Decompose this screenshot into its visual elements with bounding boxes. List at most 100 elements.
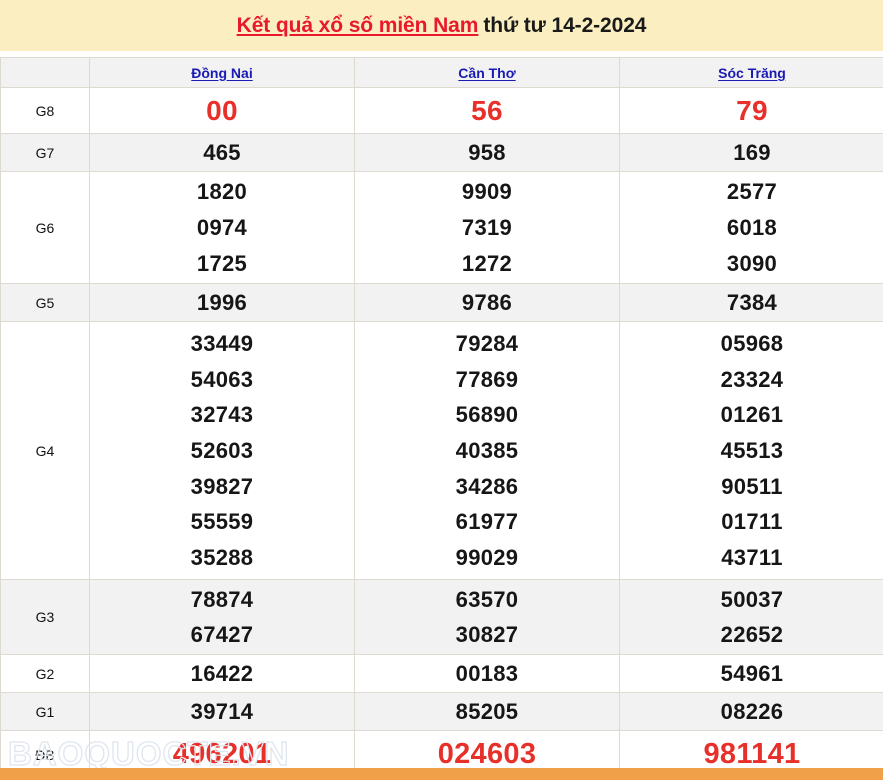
prize-number: 01711 (721, 509, 783, 535)
table-row: G2 16422 00183 54961 (0, 654, 883, 694)
prize-number: 1820 (196, 179, 248, 205)
column-header-can-tho: Cần Thơ (354, 57, 620, 88)
prize-number: 67427 (190, 622, 254, 648)
prize-number: 958 (468, 140, 506, 166)
prize-number: 0974 (196, 215, 248, 241)
prize-number: 1272 (461, 250, 513, 276)
prize-value-cell: 1996 (89, 283, 355, 323)
prize-value-cell: 39714 (89, 692, 355, 732)
table-body: G8 00 56 79 G7 465 958 169 G6 1820 0974 1725 9909 731… (0, 86, 883, 780)
prize-number: 465 (203, 140, 241, 166)
prize-number: 9909 (461, 179, 513, 205)
table-row: G1 39714 85205 08226 (0, 692, 883, 732)
prize-value-cell: 79284 77869 56890 40385 34286 61977 99029 (354, 321, 620, 581)
prize-number: 6018 (726, 215, 778, 241)
prize-number: 90511 (721, 473, 783, 499)
lottery-results-table: Đồng Nai Cần Thơ Sóc Trăng G8 00 56 79 G7 465… (0, 57, 883, 780)
prize-value-cell: 00 (89, 86, 355, 135)
prize-number: 85205 (455, 699, 519, 725)
prize-number: 78874 (190, 586, 254, 612)
prize-number: 9786 (461, 290, 513, 316)
table-row: G6 1820 0974 1725 9909 7319 1272 2577 6018 3090 (0, 171, 883, 285)
prize-value-cell: 56 (354, 86, 620, 135)
prize-value-cell: 63570 30827 (354, 579, 620, 656)
prize-number: 39827 (190, 473, 254, 499)
prize-label-g8: G8 (0, 86, 90, 135)
prize-number: 32743 (190, 402, 254, 428)
prize-value-cell: 7384 (619, 283, 883, 323)
prize-number: 54961 (720, 661, 784, 687)
prize-value-cell: 00183 (354, 654, 620, 694)
prize-number: 7319 (461, 215, 513, 241)
prize-value-cell: 169 (619, 133, 883, 173)
prize-number: 01261 (720, 402, 784, 428)
prize-value-cell: 1820 0974 1725 (89, 171, 355, 285)
page-title: Kết quả xổ số miền Nam thứ tư 14-2-2024 (237, 15, 647, 36)
prize-number: 55559 (190, 509, 254, 535)
prize-number: 23324 (720, 366, 784, 392)
prize-number: 1725 (196, 250, 248, 276)
prize-number: 08226 (720, 699, 784, 725)
table-row: G5 1996 9786 7384 (0, 283, 883, 323)
bottom-orange-bar (0, 768, 883, 780)
prize-value-cell: 465 (89, 133, 355, 173)
column-header-dong-nai: Đồng Nai (89, 57, 355, 88)
prize-label-g7: G7 (0, 133, 90, 173)
prize-label-g4: G4 (0, 321, 90, 581)
prize-number: 39714 (190, 699, 254, 725)
table-row: G7 465 958 169 (0, 133, 883, 173)
prize-value-cell: 85205 (354, 692, 620, 732)
prize-number: 3090 (726, 250, 778, 276)
column-header-soc-trang: Sóc Trăng (619, 57, 883, 88)
bottom-bar-content (0, 768, 883, 780)
prize-value-cell: 16422 (89, 654, 355, 694)
province-link-can-tho[interactable]: Cần Thơ (458, 65, 515, 81)
prize-number: 56890 (455, 402, 519, 428)
prize-number: 169 (733, 140, 771, 166)
prize-number: 54063 (190, 366, 254, 392)
prize-value-cell: 9909 7319 1272 (354, 171, 620, 285)
prize-number: 99029 (455, 544, 519, 570)
prize-number: 77869 (455, 366, 519, 392)
prize-value-cell: 05968 23324 01261 45513 90511 01711 43711 (619, 321, 883, 581)
prize-value-cell: 9786 (354, 283, 620, 323)
prize-value-cell: 78874 67427 (89, 579, 355, 656)
prize-value-cell: 79 (619, 86, 883, 135)
prize-label-g2: G2 (0, 654, 90, 694)
prize-label-g6: G6 (0, 171, 90, 285)
prize-label-g5: G5 (0, 283, 90, 323)
province-link-dong-nai[interactable]: Đồng Nai (191, 65, 252, 81)
prize-value-cell: 33449 54063 32743 52603 39827 55559 35288 (89, 321, 355, 581)
prize-number: 40385 (455, 438, 519, 464)
prize-value-cell: 54961 (619, 654, 883, 694)
prize-number: 52603 (190, 438, 254, 464)
prize-number: 45513 (720, 438, 784, 464)
prize-label-g1: G1 (0, 692, 90, 732)
prize-value-cell: 50037 22652 (619, 579, 883, 656)
page-title-link[interactable]: Kết quả xổ số miền Nam (237, 14, 479, 37)
page-title-band: Kết quả xổ số miền Nam thứ tư 14-2-2024 (0, 0, 883, 51)
table-header-row: Đồng Nai Cần Thơ Sóc Trăng (0, 57, 883, 88)
prize-value-cell: 958 (354, 133, 620, 173)
prize-number: 56 (471, 95, 503, 126)
prize-value-cell: 2577 6018 3090 (619, 171, 883, 285)
prize-number: 00 (206, 95, 238, 126)
page-title-date: thứ tư 14-2-2024 (483, 14, 647, 37)
prize-number: 50037 (720, 586, 784, 612)
prize-number: 79 (736, 95, 768, 126)
prize-number: 43711 (721, 544, 783, 570)
table-row: G4 33449 54063 32743 52603 39827 55559 35288 792… (0, 321, 883, 581)
province-link-soc-trang[interactable]: Sóc Trăng (718, 65, 786, 81)
prize-number: 7384 (726, 290, 778, 316)
prize-number: 33449 (190, 331, 254, 357)
prize-number: 79284 (455, 331, 519, 357)
prize-number: 63570 (455, 586, 519, 612)
prize-number: 22652 (720, 622, 784, 648)
prize-number: 16422 (190, 661, 254, 687)
prize-number: 35288 (190, 544, 254, 570)
table-row: G3 78874 67427 63570 30827 50037 22652 (0, 579, 883, 656)
corner-cell (0, 57, 90, 88)
prize-value-cell: 08226 (619, 692, 883, 732)
prize-number: 61977 (455, 509, 519, 535)
prize-number: 05968 (720, 331, 784, 357)
